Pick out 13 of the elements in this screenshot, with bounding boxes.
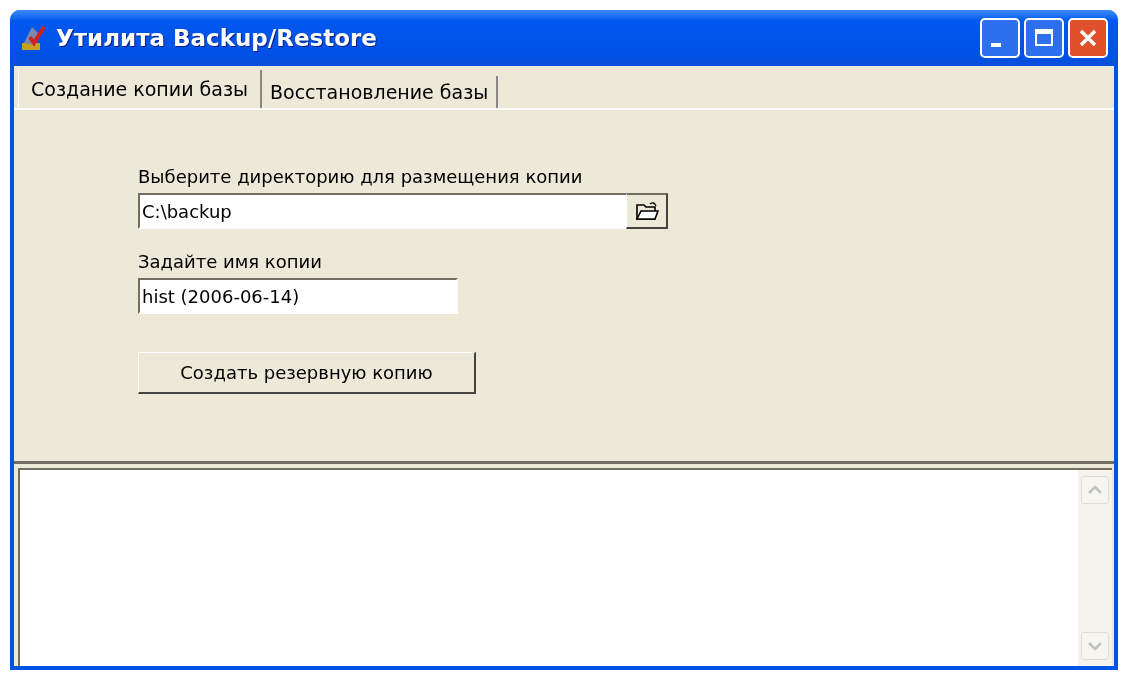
folder-icon <box>634 200 659 222</box>
directory-label: Выберите директорию для размещения копии <box>138 166 583 187</box>
tab[interactable]: Создание копии базы <box>18 70 262 108</box>
close-button[interactable] <box>1068 18 1108 58</box>
minimize-button[interactable] <box>980 18 1020 58</box>
directory-field[interactable]: C:\backup <box>138 193 626 229</box>
window-title: Утилита Backup/Restore <box>56 25 378 51</box>
name-field[interactable]: hist (2006-06-14) <box>138 278 458 314</box>
maximize-button[interactable] <box>1024 18 1064 58</box>
minimize-icon <box>991 43 1001 47</box>
create-backup-button[interactable]: Создать резервную копию <box>138 352 476 394</box>
browse-button[interactable] <box>626 193 668 229</box>
name-label: Задайте имя копии <box>138 251 322 272</box>
